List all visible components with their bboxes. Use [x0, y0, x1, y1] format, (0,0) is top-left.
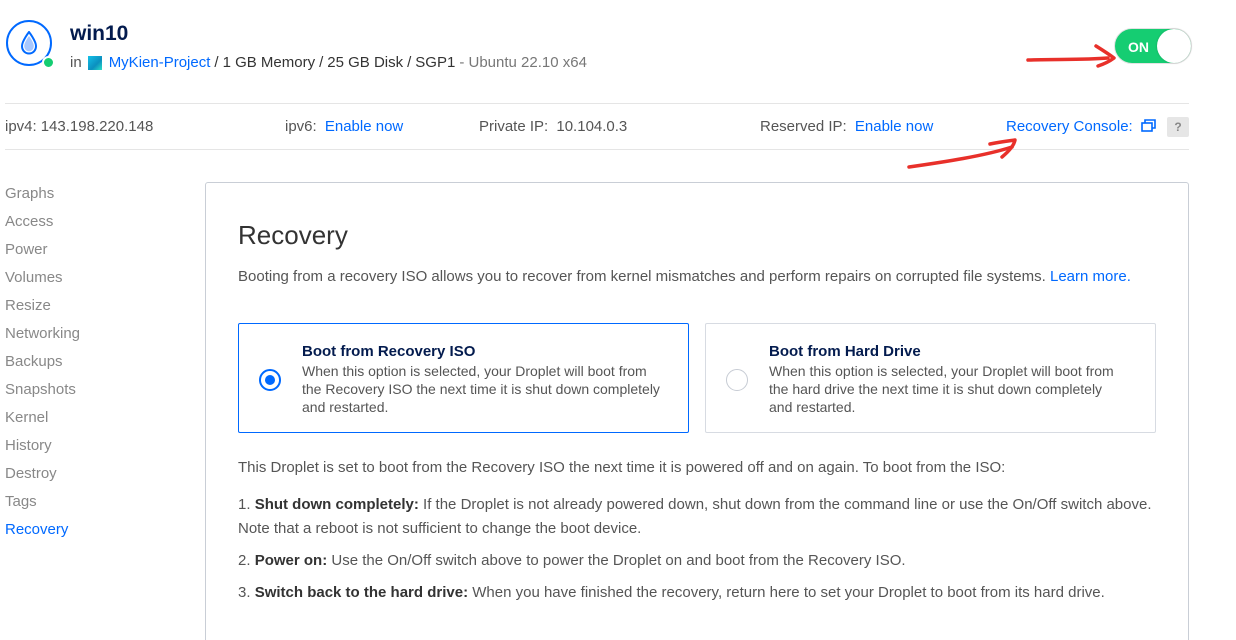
step-text: Use the On/Off switch above to power the… [331, 552, 906, 569]
recovery-step: 3. Switch back to the hard drive: When y… [238, 581, 1168, 605]
project-icon [87, 55, 102, 70]
boot-status-note: This Droplet is set to boot from the Rec… [238, 459, 1006, 476]
recovery-console-label[interactable]: Recovery Console: [1006, 118, 1133, 135]
recovery-intro: Booting from a recovery ISO allows you t… [238, 265, 1158, 288]
private-ip-value[interactable]: 10.104.0.3 [556, 118, 627, 135]
spec-region: SGP1 [415, 54, 456, 71]
learn-more-link[interactable]: Learn more. [1050, 268, 1131, 285]
in-label: in [70, 54, 82, 71]
ipv4-info: ipv4: 143.198.220.148 [5, 118, 153, 135]
ipv4-value[interactable]: 143.198.220.148 [41, 118, 154, 135]
sidebar-item-destroy[interactable]: Destroy [5, 464, 185, 492]
power-toggle-label: ON [1128, 39, 1149, 55]
project-link[interactable]: MyKien-Project [109, 54, 211, 71]
step-title: Shut down completely: [254, 496, 419, 513]
option-title: Boot from Hard Drive [769, 343, 921, 360]
droplet-header: win10 in MyKien-Project / 1 GB Memory / … [0, 0, 1236, 100]
recovery-steps: 1. Shut down completely: If the Droplet … [238, 493, 1168, 613]
external-window-icon[interactable] [1141, 118, 1156, 136]
step-text: When you have finished the recovery, ret… [472, 584, 1105, 601]
recovery-panel: Recovery Booting from a recovery ISO all… [205, 182, 1189, 640]
separator: / [319, 54, 324, 71]
recovery-step: 1. Shut down completely: If the Droplet … [238, 493, 1168, 541]
recovery-step: 2. Power on: Use the On/Off switch above… [238, 549, 1168, 573]
help-button[interactable]: ? [1167, 117, 1189, 137]
status-indicator [42, 56, 55, 69]
ipv6-enable-link[interactable]: Enable now [325, 118, 403, 135]
power-toggle[interactable]: ON [1114, 28, 1192, 64]
radio-recovery-iso[interactable] [259, 369, 281, 391]
ipv4-label: ipv4: [5, 118, 37, 135]
sidebar-item-history[interactable]: History [5, 436, 185, 464]
spec-disk: 25 GB Disk [327, 54, 404, 71]
step-number: 2. [238, 552, 251, 569]
separator: / [407, 54, 412, 71]
reserved-ip-info: Reserved IP: Enable now [760, 118, 933, 135]
boot-option-hard-drive[interactable]: Boot from Hard Drive When this option is… [705, 323, 1156, 433]
private-ip-label: Private IP: [479, 118, 549, 135]
sidebar-item-backups[interactable]: Backups [5, 352, 185, 380]
sidebar-item-snapshots[interactable]: Snapshots [5, 380, 185, 408]
sidebar-item-volumes[interactable]: Volumes [5, 268, 185, 296]
boot-option-recovery-iso[interactable]: Boot from Recovery ISO When this option … [238, 323, 689, 433]
ipv6-label: ipv6: [285, 118, 317, 135]
option-description: When this option is selected, your Dropl… [302, 363, 660, 415]
sidebar-item-kernel[interactable]: Kernel [5, 408, 185, 436]
reserved-ip-enable-link[interactable]: Enable now [855, 118, 933, 135]
option-description: When this option is selected, your Dropl… [769, 363, 1114, 415]
sidebar-item-resize[interactable]: Resize [5, 296, 185, 324]
droplet-sidebar-nav: Graphs Access Power Volumes Resize Netwo… [5, 184, 185, 548]
page-title: Recovery [238, 220, 348, 250]
step-title: Power on: [254, 552, 328, 569]
recovery-intro-text: Booting from a recovery ISO allows you t… [238, 268, 1046, 285]
step-number: 1. [238, 496, 251, 513]
sidebar-item-power[interactable]: Power [5, 240, 185, 268]
step-number: 3. [238, 584, 251, 601]
separator: / [214, 54, 219, 71]
sidebar-item-access[interactable]: Access [5, 212, 185, 240]
power-toggle-knob [1157, 29, 1191, 63]
radio-hard-drive[interactable] [726, 369, 748, 391]
private-ip-info: Private IP: 10.104.0.3 [479, 118, 627, 135]
spec-memory: 1 GB Memory [222, 54, 316, 71]
droplet-subtitle: in MyKien-Project / 1 GB Memory / 25 GB … [70, 54, 587, 71]
droplet-os: - Ubuntu 22.10 x64 [459, 54, 587, 71]
annotation-arrow-icon [1026, 44, 1116, 68]
option-title: Boot from Recovery ISO [302, 343, 476, 360]
droplet-name: win10 [70, 22, 129, 45]
sidebar-item-networking[interactable]: Networking [5, 324, 185, 352]
step-title: Switch back to the hard drive: [254, 584, 469, 601]
sidebar-item-graphs[interactable]: Graphs [5, 184, 185, 212]
recovery-console-link[interactable]: Recovery Console: [1006, 118, 1156, 136]
reserved-ip-label: Reserved IP: [760, 118, 847, 135]
sidebar-item-tags[interactable]: Tags [5, 492, 185, 520]
annotation-arrow-icon [907, 138, 1017, 169]
sidebar-item-recovery[interactable]: Recovery [5, 520, 185, 548]
ipv6-info: ipv6: Enable now [285, 118, 403, 135]
